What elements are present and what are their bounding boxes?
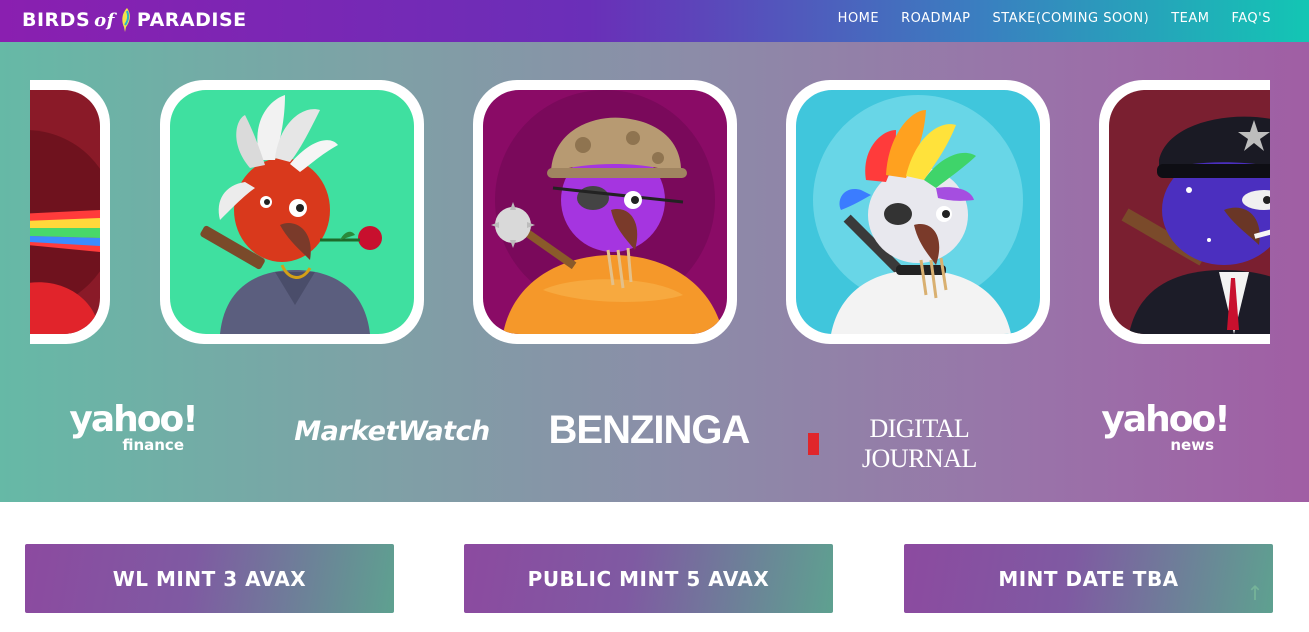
mint-date-button[interactable]: MINT DATE TBA [904, 544, 1273, 613]
yahoo-news-sub: news [1170, 436, 1214, 454]
nav-stake[interactable]: STAKE(COMING SOON) [993, 11, 1150, 26]
nft-card-rainbow-crest-pirate[interactable] [786, 80, 1050, 344]
marketwatch-logo[interactable]: MarketWatch [286, 416, 498, 447]
hero-section: yahoo! finance MarketWatch BENZINGA DIGI… [0, 42, 1309, 502]
logo-text-birds: BIRDS [22, 9, 91, 31]
nft-artwork [1109, 90, 1270, 334]
nav-faqs[interactable]: FAQ'S [1231, 11, 1271, 26]
nft-artwork [30, 90, 100, 334]
yahoo-finance-logo[interactable]: yahoo! finance [68, 399, 198, 454]
top-navbar: BIRDS of PARADISE HOME ROADMAP STAKE(COM… [0, 0, 1309, 42]
nft-card-police-galaxy[interactable] [1099, 80, 1270, 344]
logo-text-of: of [94, 9, 115, 31]
brand-logo[interactable]: BIRDS of PARADISE [22, 6, 247, 34]
nft-card-red-feather-rose[interactable] [160, 80, 424, 344]
nft-artwork [483, 90, 727, 334]
nft-artwork [796, 90, 1040, 334]
logo-text-paradise: PARADISE [136, 9, 247, 31]
nav-team[interactable]: TEAM [1171, 11, 1209, 26]
benzinga-logo[interactable]: BENZINGA [543, 408, 755, 453]
nft-card-purple-soldier-mace[interactable] [473, 80, 737, 344]
yahoo-news-logo[interactable]: yahoo! news [1100, 399, 1230, 454]
yahoo-finance-word: yahoo! [69, 399, 198, 440]
main-menu: HOME ROADMAP STAKE(COMING SOON) TEAM FAQ… [838, 0, 1271, 36]
nft-artwork [170, 90, 414, 334]
digital-journal-mark-icon [808, 433, 819, 455]
feather-icon [122, 8, 130, 32]
press-logos: yahoo! finance MarketWatch BENZINGA DIGI… [0, 399, 1309, 474]
nav-home[interactable]: HOME [838, 11, 879, 26]
mint-info-row: WL MINT 3 AVAX PUBLIC MINT 5 AVAX MINT D… [0, 544, 1309, 613]
nft-carousel[interactable] [30, 80, 1270, 346]
scroll-to-top-icon[interactable]: ↑ [1244, 580, 1266, 606]
nav-roadmap[interactable]: ROADMAP [901, 11, 970, 26]
wl-mint-button[interactable]: WL MINT 3 AVAX [25, 544, 394, 613]
yahoo-finance-sub: finance [122, 436, 184, 454]
nft-card-rainbow-laser[interactable] [30, 80, 110, 344]
public-mint-button[interactable]: PUBLIC MINT 5 AVAX [464, 544, 833, 613]
yahoo-news-word: yahoo! [1101, 399, 1230, 440]
digital-journal-logo[interactable]: DIGITAL JOURNAL [808, 414, 1018, 474]
digital-journal-text: DIGITAL JOURNAL [861, 414, 977, 473]
